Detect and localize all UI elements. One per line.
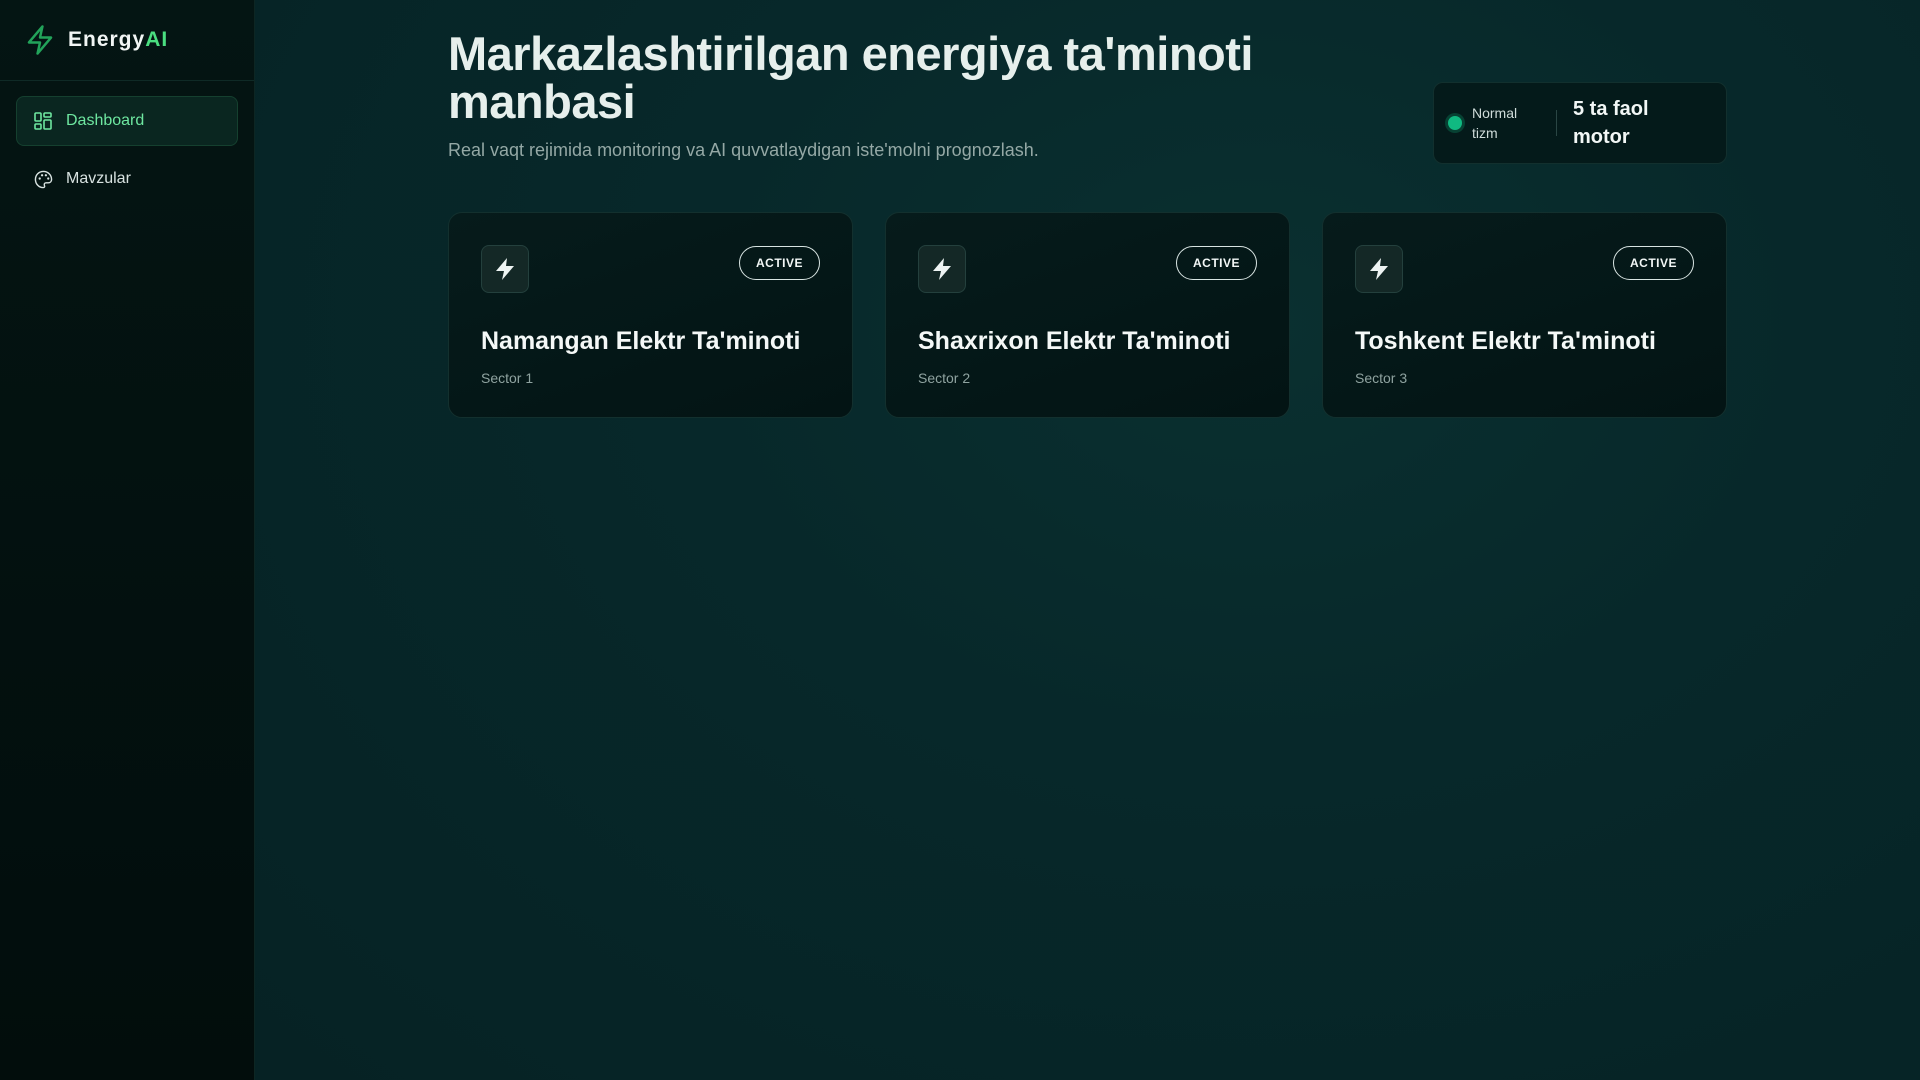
sidebar-item-dashboard[interactable]: Dashboard [16, 96, 238, 146]
card-title: Shaxrixon Elektr Ta'minoti [918, 327, 1231, 355]
status-badge: ACTIVE [1612, 246, 1694, 280]
supply-card[interactable]: ACTIVE Shaxrixon Elektr Ta'minoti Sector… [885, 212, 1290, 418]
status-badge: ACTIVE [738, 246, 820, 280]
card-title: Namangan Elektr Ta'minoti [481, 327, 801, 355]
active-motor-count: 5 ta faol motor [1573, 98, 1649, 148]
main-content: Markazlashtirilgan energiya ta'minoti ma… [255, 0, 1920, 1080]
sidebar-item-mavzular[interactable]: Mavzular [16, 154, 238, 204]
lightning-bolt-icon [24, 24, 56, 56]
status-divider [1556, 110, 1557, 136]
app-root: EnergyAI Dashboard Mavzular Markazlashti… [0, 0, 1920, 1080]
palette-icon [33, 169, 53, 189]
page-header: Markazlashtirilgan energiya ta'minoti ma… [448, 30, 1308, 161]
supply-card[interactable]: ACTIVE Toshkent Elektr Ta'minoti Sector … [1322, 212, 1727, 418]
card-sector: Sector 1 [481, 370, 534, 386]
brand[interactable]: EnergyAI [0, 0, 254, 81]
card-sector: Sector 2 [918, 370, 971, 386]
system-status-panel: Normal tizm 5 ta faol motor [1433, 82, 1727, 164]
lightning-bolt-icon [1355, 245, 1403, 293]
supply-card-list: ACTIVE Namangan Elektr Ta'minoti Sector … [448, 212, 1727, 418]
brand-name: EnergyAI [68, 28, 169, 51]
sidebar-item-label: Dashboard [66, 112, 145, 129]
card-title: Toshkent Elektr Ta'minoti [1355, 327, 1656, 355]
status-label: Normal tizm [1472, 105, 1518, 141]
lightning-bolt-icon [481, 245, 529, 293]
sidebar-item-label: Mavzular [66, 170, 131, 187]
status-badge: ACTIVE [1175, 246, 1257, 280]
card-sector: Sector 3 [1355, 370, 1408, 386]
sidebar-nav: Dashboard Mavzular [0, 81, 254, 227]
page-title: Markazlashtirilgan energiya ta'minoti ma… [448, 27, 1253, 128]
lightning-bolt-icon [918, 245, 966, 293]
page-subtitle: Real vaqt rejimida monitoring va AI quvv… [448, 140, 1039, 160]
supply-card[interactable]: ACTIVE Namangan Elektr Ta'minoti Sector … [448, 212, 853, 418]
dashboard-grid-icon [33, 111, 53, 131]
status-dot-icon [1448, 116, 1462, 130]
sidebar: EnergyAI Dashboard Mavzular [0, 0, 255, 1080]
